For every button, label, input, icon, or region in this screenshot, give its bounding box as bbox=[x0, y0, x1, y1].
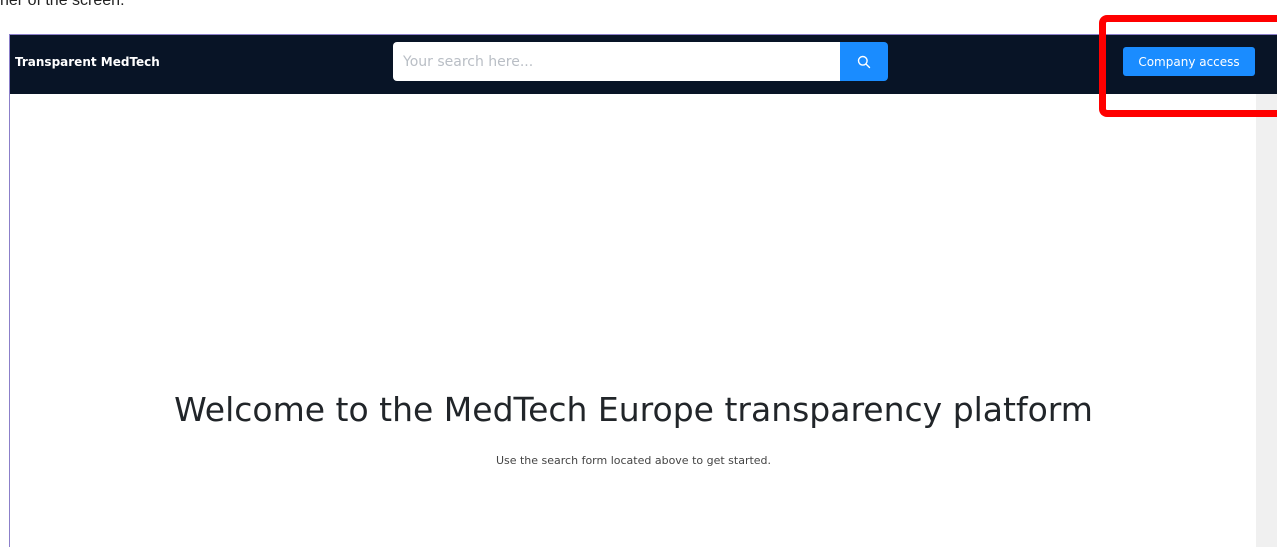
welcome-heading: Welcome to the MedTech Europe transparen… bbox=[174, 390, 1093, 429]
document-caption: ner of the screen. bbox=[0, 0, 125, 9]
brand-logo-text[interactable]: Transparent MedTech bbox=[15, 55, 160, 69]
browser-viewport: Transparent MedTech Company access Welco… bbox=[9, 34, 1277, 547]
search-button[interactable] bbox=[840, 42, 888, 81]
search-icon bbox=[857, 55, 871, 68]
search-form bbox=[393, 42, 888, 81]
vertical-scrollbar[interactable] bbox=[1256, 94, 1277, 547]
company-access-button[interactable]: Company access bbox=[1123, 47, 1255, 76]
welcome-subtitle: Use the search form located above to get… bbox=[495, 454, 772, 467]
search-input[interactable] bbox=[393, 42, 840, 81]
top-navbar: Transparent MedTech Company access bbox=[10, 35, 1277, 94]
